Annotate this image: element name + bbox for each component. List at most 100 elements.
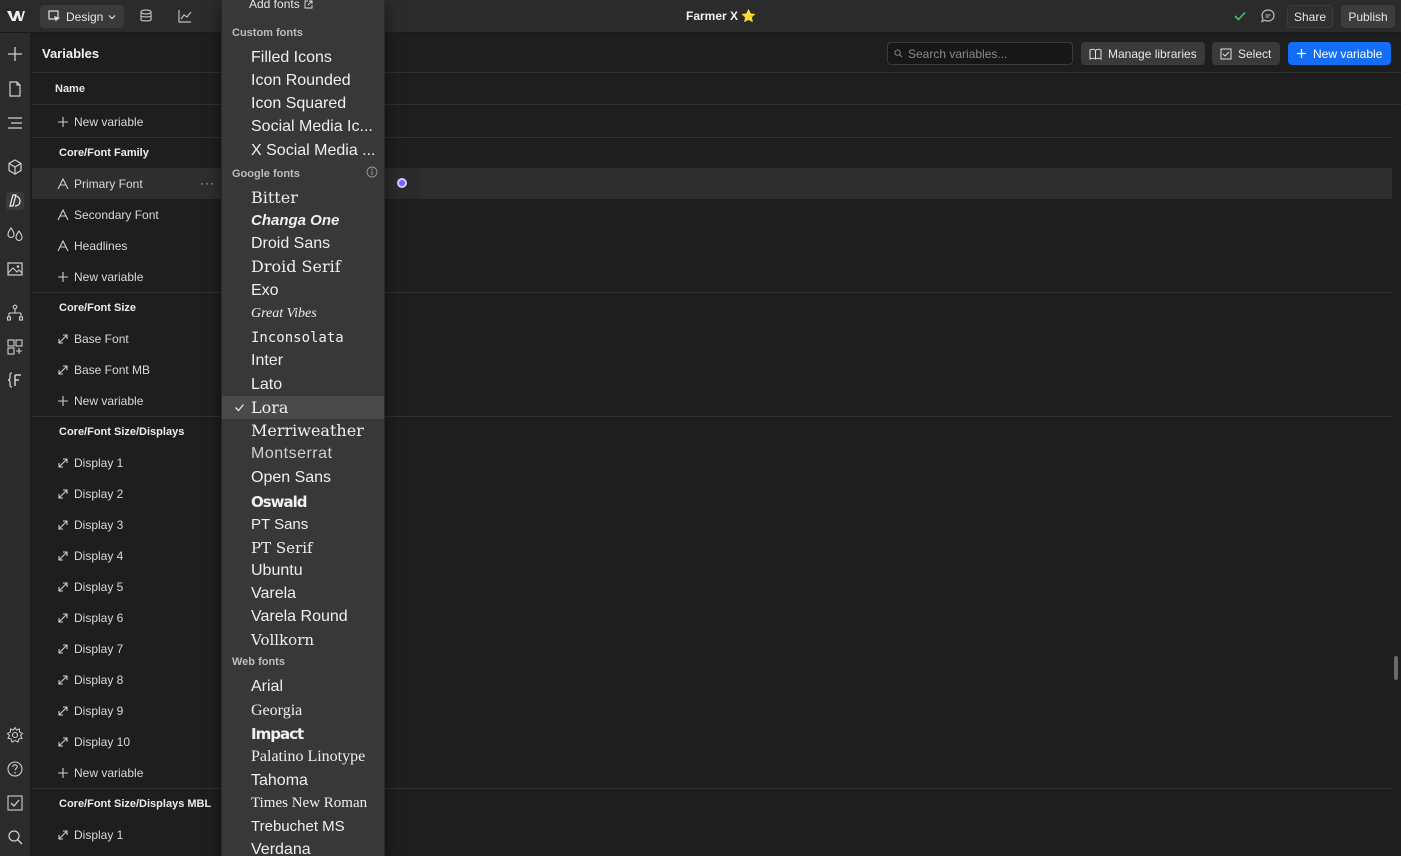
styles-icon[interactable]: [6, 226, 24, 244]
resize-icon: [58, 736, 68, 747]
book-icon: [1089, 48, 1102, 60]
font-option[interactable]: Verdana: [222, 838, 384, 856]
font-option[interactable]: Varela Round: [222, 605, 384, 628]
logic-flow-icon[interactable]: [6, 304, 24, 322]
font-option[interactable]: X Social Media ...: [222, 139, 384, 162]
font-option[interactable]: PT Serif: [222, 536, 384, 559]
font-option[interactable]: Impact: [222, 722, 384, 745]
project-title: Farmer X ⭐: [686, 9, 757, 23]
checkmark-icon: [235, 404, 244, 412]
font-option[interactable]: Ubuntu: [222, 559, 384, 582]
font-option[interactable]: Times New Roman: [222, 792, 384, 815]
row-label: Primary Font: [74, 176, 143, 191]
plus-icon: [58, 271, 68, 282]
font-option[interactable]: Open Sans: [222, 466, 384, 489]
font-option[interactable]: Vollkorn: [222, 628, 384, 651]
scrollbar-thumb[interactable]: [1394, 656, 1398, 680]
font-option[interactable]: Varela: [222, 582, 384, 605]
webflow-logo[interactable]: [6, 8, 26, 24]
resize-icon: [58, 519, 68, 530]
font-icon: [57, 239, 69, 251]
search-variables-box[interactable]: [887, 42, 1073, 65]
assets-icon[interactable]: [6, 260, 24, 278]
row-label: Display 7: [74, 641, 124, 656]
row-label: Display 8: [74, 672, 124, 687]
settings-gear-icon[interactable]: [6, 726, 24, 744]
group-label: Core/Font Family: [59, 147, 149, 159]
search-icon: [894, 49, 903, 58]
group-label: Core/Font Size/Displays MBL: [59, 798, 212, 810]
font-option[interactable]: Social Media Ic...: [222, 115, 384, 138]
font-option[interactable]: Great Vibes: [222, 302, 384, 325]
database-icon[interactable]: [138, 8, 154, 24]
font-option[interactable]: Trebuchet MS: [222, 815, 384, 838]
share-button[interactable]: Share: [1287, 5, 1333, 28]
publish-button[interactable]: Publish: [1341, 5, 1395, 28]
font-option[interactable]: Oswald: [222, 490, 384, 513]
manage-libraries-button[interactable]: Manage libraries: [1081, 42, 1205, 65]
row-label: New variable: [74, 114, 144, 129]
font-option[interactable]: Merriweather: [222, 419, 384, 442]
add-fonts-link[interactable]: Add fonts: [222, 0, 384, 12]
custom-fonts-heading: Custom fonts: [232, 27, 303, 39]
help-icon[interactable]: [6, 760, 24, 778]
resize-icon: [58, 674, 68, 685]
font-option[interactable]: Palatino Linotype: [222, 745, 384, 768]
font-option[interactable]: Montserrat: [222, 442, 384, 465]
web-fonts-heading: Web fonts: [232, 656, 285, 668]
row-label: Display 9: [74, 703, 124, 718]
apps-icon[interactable]: [6, 338, 24, 356]
font-option[interactable]: Georgia: [222, 699, 384, 722]
row-label: Display 10: [74, 734, 131, 749]
code-brackets-icon[interactable]: [6, 371, 24, 389]
font-option[interactable]: Inter: [222, 349, 384, 372]
group-label: Core/Font Size/Displays: [59, 426, 185, 438]
font-option[interactable]: Lato: [222, 373, 384, 396]
font-option[interactable]: PT Sans: [222, 513, 384, 536]
font-option[interactable]: Icon Rounded: [222, 69, 384, 92]
font-option[interactable]: Arial: [222, 675, 384, 698]
components-icon[interactable]: [6, 158, 24, 176]
row-label: Display 1: [74, 827, 124, 842]
row-label: New variable: [74, 393, 144, 408]
search-variables-input[interactable]: [908, 46, 1068, 61]
search-icon[interactable]: [6, 828, 24, 846]
analytics-icon[interactable]: [177, 8, 193, 24]
font-option-selected[interactable]: Lora: [222, 396, 384, 419]
font-option[interactable]: Filled Icons: [222, 46, 384, 69]
font-option[interactable]: Changa One: [222, 209, 384, 232]
design-mode-button[interactable]: Design: [40, 5, 125, 28]
font-option[interactable]: Inconsolata: [222, 326, 384, 349]
add-element-icon[interactable]: [6, 45, 24, 63]
resize-icon: [58, 457, 68, 468]
navigator-icon[interactable]: [6, 114, 24, 132]
plus-icon: [1297, 49, 1306, 58]
plus-icon: [58, 395, 68, 406]
font-option-label: Lora: [251, 398, 289, 417]
font-option[interactable]: Tahoma: [222, 769, 384, 792]
select-checkbox-icon: [1220, 48, 1232, 59]
group-label: Core/Font Size: [59, 302, 137, 314]
resize-icon: [58, 829, 68, 840]
info-icon[interactable]: [366, 166, 378, 178]
variables-icon[interactable]: [6, 192, 24, 210]
plus-icon: [58, 116, 68, 127]
selected-value-dot: [397, 178, 407, 188]
row-label: Display 5: [74, 579, 124, 594]
pages-icon[interactable]: [6, 80, 24, 98]
row-label: New variable: [74, 765, 144, 780]
font-option[interactable]: Icon Squared: [222, 92, 384, 115]
font-option[interactable]: Bitter: [222, 186, 384, 209]
resize-icon: [58, 643, 68, 654]
font-option[interactable]: Droid Serif: [222, 255, 384, 278]
new-variable-button[interactable]: New variable: [1288, 42, 1391, 65]
font-option[interactable]: Droid Sans: [222, 232, 384, 255]
comment-icon[interactable]: [1260, 8, 1276, 24]
font-option[interactable]: Exo: [222, 279, 384, 302]
audit-checkbox-icon[interactable]: [6, 794, 24, 812]
resize-icon: [58, 705, 68, 716]
select-button[interactable]: Select: [1212, 42, 1280, 65]
more-options-icon[interactable]: ···: [200, 176, 215, 190]
resize-icon: [58, 364, 68, 375]
chevron-down-icon: [108, 14, 116, 19]
